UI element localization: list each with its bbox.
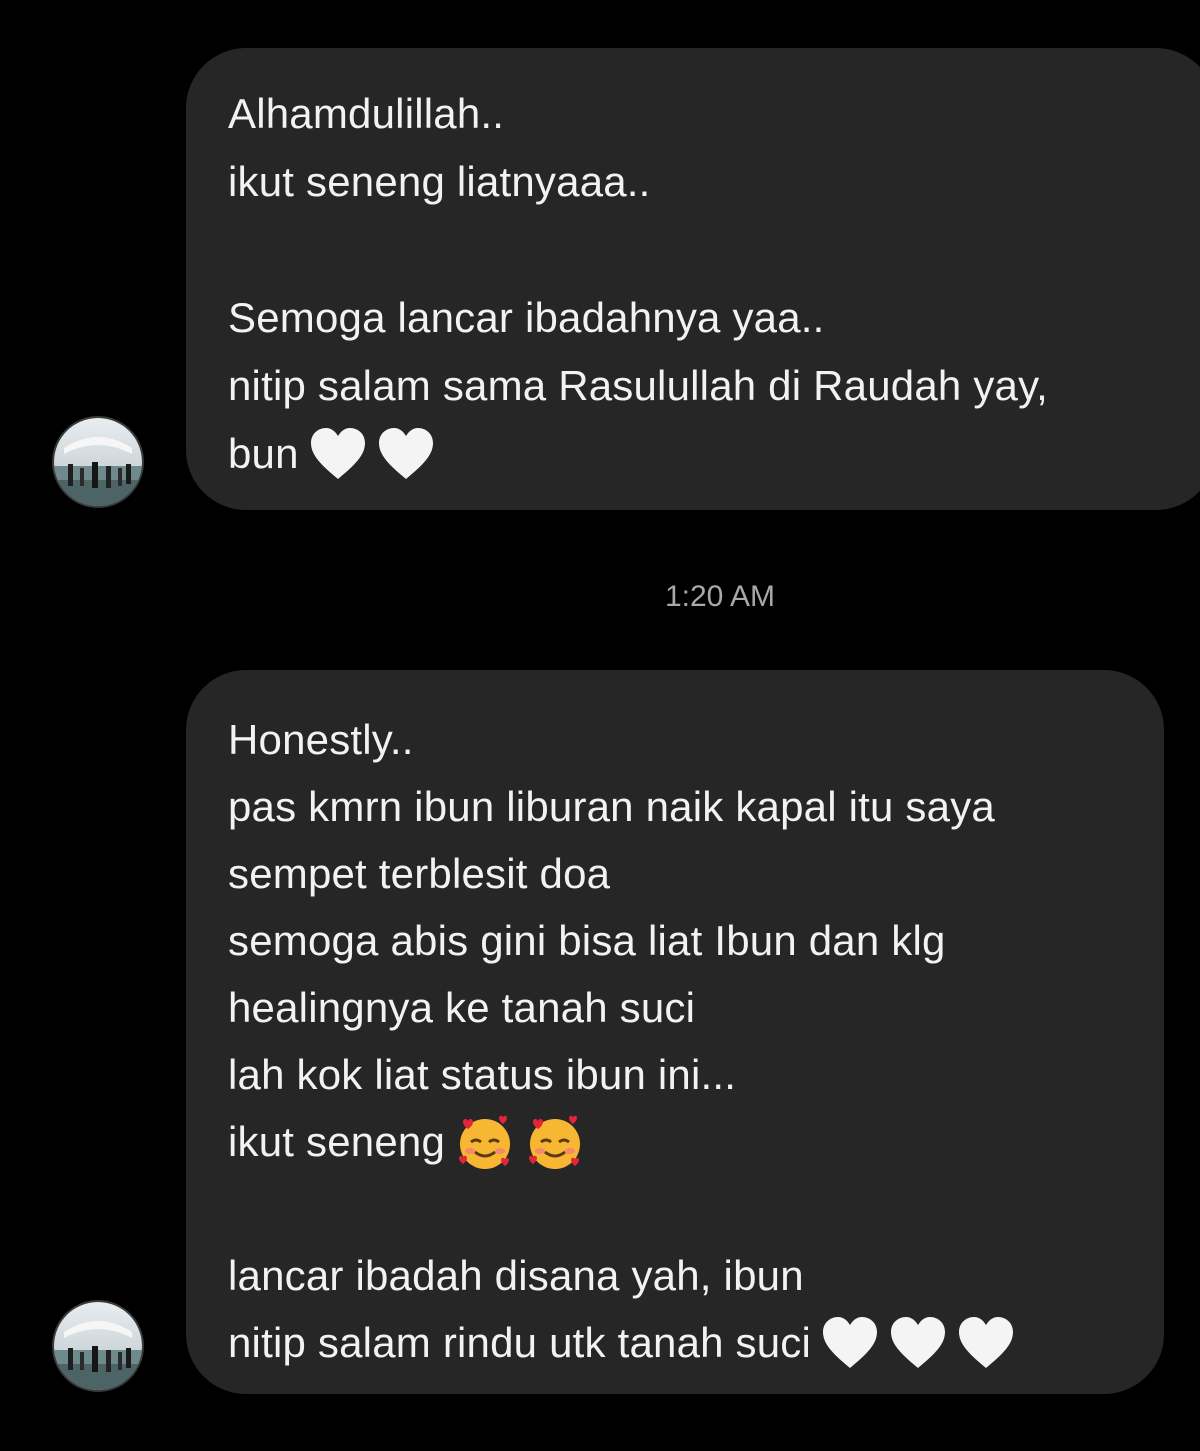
white-heart-icon bbox=[891, 1316, 946, 1368]
message-line-text: ikut seneng bbox=[228, 1118, 446, 1165]
white-heart-icon bbox=[959, 1316, 1014, 1368]
smiling-face-with-hearts-icon bbox=[459, 1115, 511, 1169]
avatar-photo-icon bbox=[54, 418, 142, 506]
chat-thread: Alhamdulillah.. ikut seneng liatnyaaa.. … bbox=[0, 0, 1200, 1451]
message-line: sempet terblesit doa bbox=[228, 850, 611, 897]
message-line: nitip salam sama Rasulullah di Raudah ya… bbox=[228, 362, 1049, 409]
sender-avatar[interactable] bbox=[52, 1300, 144, 1392]
sender-avatar[interactable] bbox=[52, 416, 144, 508]
message-line-with-icons: bun bbox=[228, 420, 1186, 488]
message-line: lah kok liat status ibun ini... bbox=[228, 1051, 737, 1098]
message-line: ikut seneng liatnyaaa.. bbox=[228, 158, 651, 205]
message-line: Alhamdulillah.. bbox=[228, 90, 505, 137]
message-bubble[interactable]: Alhamdulillah.. ikut seneng liatnyaaa.. … bbox=[186, 48, 1200, 510]
smiling-face-with-hearts-icon bbox=[529, 1115, 581, 1169]
message-line: semoga abis gini bisa liat Ibun dan klg bbox=[228, 917, 946, 964]
message-line-text: bun bbox=[228, 430, 299, 477]
white-heart-icon bbox=[823, 1316, 878, 1368]
avatar-photo-icon bbox=[54, 1302, 142, 1390]
message-line-text: nitip salam rindu utk tanah suci bbox=[228, 1319, 812, 1366]
message-line: Honestly.. bbox=[228, 716, 414, 763]
message-line: pas kmrn ibun liburan naik kapal itu say… bbox=[228, 783, 995, 830]
white-heart-icon bbox=[378, 428, 433, 479]
white-heart-icon bbox=[310, 428, 365, 479]
message-line-with-icons: ikut seneng bbox=[228, 1108, 1134, 1175]
message-line: healingnya ke tanah suci bbox=[228, 984, 696, 1031]
message-line: Semoga lancar ibadahnya yaa.. bbox=[228, 294, 825, 341]
message-timestamp: 1:20 AM bbox=[664, 580, 776, 613]
message-line: lancar ibadah disana yah, ibun bbox=[228, 1252, 804, 1299]
message-line-with-icons: nitip salam rindu utk tanah suci bbox=[228, 1309, 1134, 1376]
message-bubble[interactable]: Honestly.. pas kmrn ibun liburan naik ka… bbox=[186, 670, 1164, 1394]
